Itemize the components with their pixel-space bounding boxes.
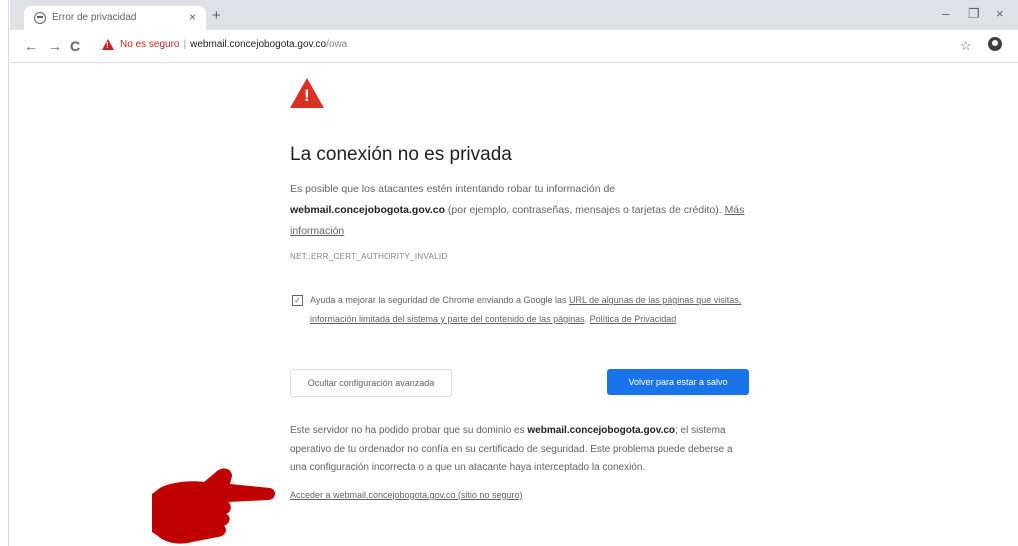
pointing-hand-icon [152, 468, 276, 544]
minimize-button[interactable]: – [942, 6, 949, 21]
tab-close-icon[interactable]: × [189, 10, 196, 24]
proceed-unsafe-link[interactable]: Acceder a webmail.concejobogota.gov.co (… [290, 490, 750, 500]
pointing-hand-shape [152, 468, 276, 544]
window-left-edge [0, 0, 9, 546]
tab-title: Error de privacidad [52, 12, 137, 23]
details-host: webmail.concejobogota.gov.co [527, 425, 675, 436]
not-secure-label[interactable]: No es seguro [120, 39, 179, 50]
bookmark-star-icon[interactable]: ☆ [960, 38, 972, 54]
not-secure-warning-icon[interactable] [102, 39, 114, 50]
intro-host: webmail.concejobogota.gov.co [290, 204, 445, 216]
button-row: Ocultar configuración avanzada Volver pa… [290, 369, 750, 397]
page-heading: La conexión no es privada [290, 144, 512, 165]
globe-icon [34, 12, 46, 24]
privacy-policy-link[interactable]: Política de Privacidad [590, 314, 677, 324]
browser-toolbar: ← → C No es seguro |webmail.concejobogota… [10, 30, 1018, 63]
error-code: NET::ERR_CERT_AUTHORITY_INVALID [290, 252, 448, 261]
danger-warning-icon: ! [290, 78, 324, 108]
tab-strip: Error de privacidad × + – ❐ × [10, 0, 1018, 30]
forward-button[interactable]: → [48, 38, 62, 54]
intro-text-end: (por ejemplo, contraseñas, mensajes o ta… [445, 204, 725, 216]
back-button[interactable]: ← [24, 38, 38, 54]
warning-exclamation: ! [304, 86, 310, 105]
details-text-start: Este servidor no ha podido probar que su… [290, 425, 528, 436]
url-host: webmail.concejobogota.gov.co [190, 39, 327, 50]
intro-paragraph: Es posible que los atacantes estén inten… [290, 179, 750, 242]
optin-checkbox[interactable]: ✓ [292, 295, 303, 306]
address-bar[interactable]: No es seguro |webmail.concejobogota.gov.c… [96, 35, 946, 57]
interstitial-content: ! La conexión no es privada Es posible q… [290, 78, 750, 500]
address-separator: | [183, 39, 187, 50]
hide-advanced-button[interactable]: Ocultar configuración avanzada [290, 369, 452, 397]
close-window-button[interactable]: × [996, 6, 1004, 21]
url-path: /owa [326, 39, 348, 50]
reload-button[interactable]: C [70, 38, 80, 54]
safe-browsing-optin: ✓ Ayuda a mejorar la seguridad de Chrome… [290, 291, 750, 329]
optin-text: Ayuda a mejorar la seguridad de Chrome e… [310, 295, 569, 305]
details-paragraph: Este servidor no ha podido probar que su… [290, 422, 750, 478]
address-text: No es seguro | webmail.concejobogota.gov.c… [120, 39, 347, 50]
maximize-button[interactable]: ❐ [968, 6, 980, 22]
back-to-safety-button[interactable]: Volver para estar a salvo [607, 369, 749, 395]
profile-avatar-icon[interactable] [988, 37, 1002, 51]
new-tab-button[interactable]: + [212, 7, 221, 24]
tab-privacy-error[interactable]: Error de privacidad × [24, 6, 206, 30]
intro-text-start: Es posible que los atacantes estén inten… [290, 183, 616, 195]
